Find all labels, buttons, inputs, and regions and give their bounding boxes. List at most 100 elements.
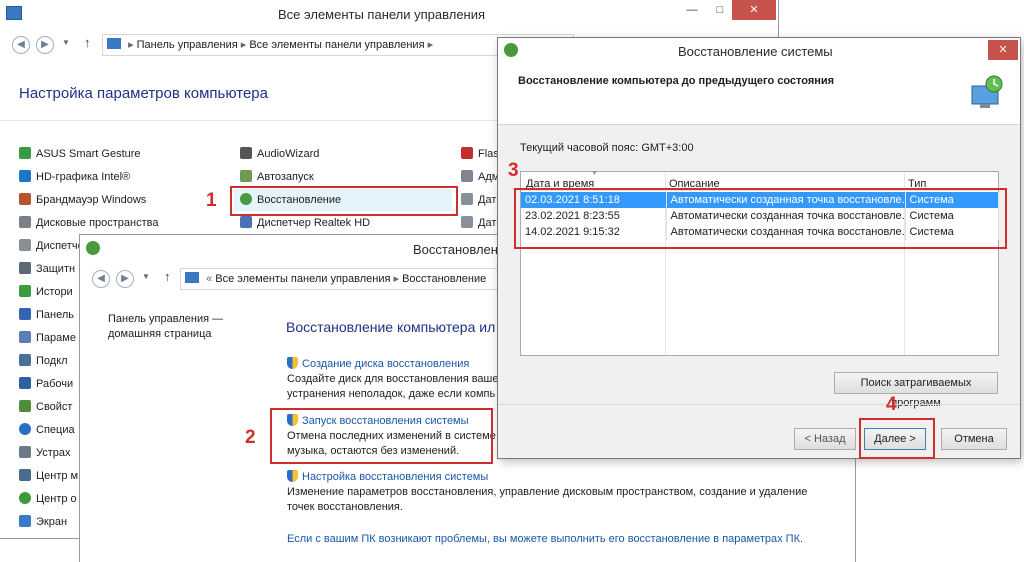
back-icon[interactable]: ◀ [92,270,110,288]
storage-spaces-icon [19,216,31,228]
cp-window-icon [6,6,22,20]
back-button[interactable]: < Назад [794,428,856,450]
cp-item[interactable]: Дисковые пространства [19,216,159,234]
cp-item[interactable]: Истори [19,285,73,303]
defender-icon [19,262,31,274]
configure-system-restore-link[interactable]: Настройка восстановления системы [302,471,488,483]
annotation-number-4: 4 [886,394,897,415]
cp-item[interactable]: Адм [461,170,499,188]
annotation-box-4 [859,418,935,459]
cp-item[interactable]: HD-графика Intel® [19,170,130,188]
cp-item[interactable]: Устрах [19,446,71,464]
cp-item[interactable]: Панель [19,308,74,326]
dialog-close-button[interactable]: ✕ [988,40,1018,60]
work-folders-icon [19,377,31,389]
dialog-header-text: Восстановление компьютера до предыдущего… [518,75,835,87]
mobility-center-icon [19,469,31,481]
pc-settings-recovery-link[interactable]: Если с вашим ПК возникают проблемы, вы м… [287,533,803,545]
audiowizard-icon [240,147,252,159]
settings-icon [19,331,31,343]
file-history-icon [19,285,31,297]
recovery-option-configure: Настройка восстановления системы Изменен… [287,470,808,513]
cp-item[interactable]: Flas [461,147,499,165]
annotation-number-1: 1 [206,190,217,211]
page-title: Настройка параметров компьютера [19,85,268,102]
asus-gesture-icon [19,147,31,159]
taskbar-icon [19,308,31,320]
annotation-box-1 [230,186,458,216]
forward-icon[interactable]: ▶ [116,270,134,288]
scan-affected-programs-button[interactable]: Поиск затрагиваемых программ [834,372,998,409]
autoplay-icon [240,170,252,182]
cp-item[interactable]: Брандмауэр Windows [19,193,146,211]
maximize-button[interactable]: □ [706,0,734,20]
shield-icon [287,357,298,369]
cp-item[interactable]: AudioWizard [240,147,319,165]
home-link[interactable]: Панель управления — домашняя страница [108,312,223,342]
admin-tools-icon [461,170,473,182]
recovery-address-field[interactable]: « Все элементы панели управления ▸ Восст… [180,268,512,290]
sync-center-icon [19,492,31,504]
cp-item[interactable]: Дат [461,216,496,234]
cp-item[interactable]: ASUS Smart Gesture [19,147,141,165]
cp-item[interactable]: Диспетчер Realtek HD [240,216,370,234]
cp-item[interactable]: Защитн [19,262,75,280]
sort-arrow-icon: ▼ [591,170,598,177]
cp-item[interactable]: Экран [19,515,67,533]
annotation-box-3 [514,188,1007,249]
recovery-title-icon [86,241,100,255]
breadcrumb-recovery[interactable]: Восстановление [402,273,486,285]
dialog-footer-divider [498,404,1020,405]
system-restore-icon [970,74,1004,110]
dialog-titlebar: Восстановление системы ✕ [498,38,1020,64]
control-panel-icon [107,38,121,49]
breadcrumb-all-items[interactable]: Все элементы панели управления [249,39,424,51]
intel-graphics-icon [19,170,31,182]
recovery-heading: Восстановление компьютера ил [286,319,496,335]
back-icon[interactable]: ◀ [12,36,30,54]
system-restore-title-icon [504,43,518,57]
cp-titlebar: Все элементы панели управления — □ ✕ [0,0,778,30]
accessibility-icon [19,423,31,435]
close-button[interactable]: ✕ [732,0,776,20]
firewall-icon [19,193,31,205]
up-arrow-icon[interactable]: ↑ [84,35,91,50]
forward-icon[interactable]: ▶ [36,36,54,54]
system-restore-dialog: Восстановление системы ✕ Восстановление … [498,38,1020,459]
properties-icon [19,400,31,412]
cp-item[interactable]: Рабочи [19,377,73,395]
create-recovery-disk-link[interactable]: Создание диска восстановления [302,358,469,370]
dialog-header-panel: Восстановление компьютера до предыдущего… [498,64,1020,125]
realtek-icon [240,216,252,228]
devices-icon [19,446,31,458]
cp-item[interactable]: Парамe [19,331,76,349]
recent-pages-icon[interactable]: ▼ [62,38,70,47]
recovery-option-create-disk: Создание диска восстановления Создайте д… [287,357,503,400]
cp-item[interactable]: Центр о [19,492,77,510]
cancel-button[interactable]: Отмена [941,428,1007,450]
datetime-icon [461,216,473,228]
recent-pages-icon[interactable]: ▼ [142,272,150,281]
display-icon [19,515,31,527]
up-arrow-icon[interactable]: ↑ [164,269,171,284]
annotation-number-2: 2 [245,427,256,448]
flash-icon [461,147,473,159]
cp-item[interactable]: Дат [461,193,496,211]
device-manager-icon [19,239,31,251]
cp-window-title: Все элементы панели управления [278,7,486,22]
control-panel-icon [185,272,199,283]
dialog-title: Восстановление системы [678,44,833,59]
cp-item[interactable]: Свойст [19,400,72,418]
annotation-number-3: 3 [508,160,519,181]
annotation-box-2 [270,408,493,464]
breadcrumb-all-items[interactable]: Все элементы панели управления [215,273,390,285]
minimize-button[interactable]: — [678,0,706,20]
cp-item[interactable]: Центр м [19,469,78,487]
timezone-label: Текущий часовой пояс: GMT+3:00 [520,142,694,154]
cp-item[interactable]: Специа [19,423,75,441]
remote-connect-icon [19,354,31,366]
datetime-icon [461,193,473,205]
shield-icon [287,470,298,482]
breadcrumb-control-panel[interactable]: Панель управления [137,39,238,51]
cp-item[interactable]: Подкл [19,354,68,372]
